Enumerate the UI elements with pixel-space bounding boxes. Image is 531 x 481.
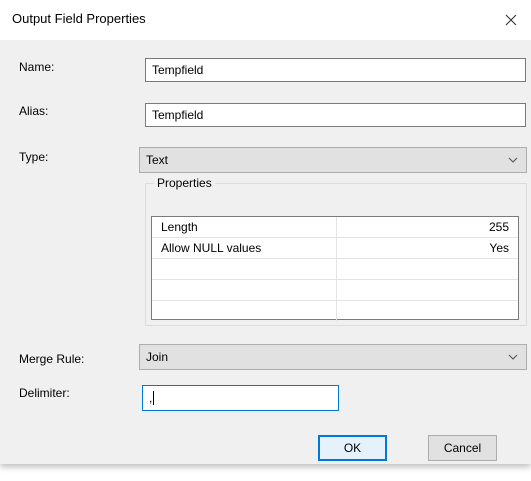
- close-icon: [505, 14, 517, 26]
- type-label: Type:: [19, 150, 49, 164]
- ok-button[interactable]: OK: [318, 435, 387, 461]
- property-name: [152, 300, 337, 321]
- table-row[interactable]: [152, 279, 518, 301]
- property-name: [152, 258, 337, 280]
- merge-rule-dropdown[interactable]: Join: [139, 344, 527, 370]
- cancel-button[interactable]: Cancel: [428, 435, 497, 461]
- property-value[interactable]: Yes: [336, 237, 518, 259]
- alias-label: Alias:: [19, 104, 49, 118]
- property-value[interactable]: [337, 301, 519, 322]
- table-row[interactable]: Allow NULL values Yes: [152, 237, 518, 259]
- delimiter-input[interactable]: ,: [142, 385, 339, 411]
- alias-value: Tempfield: [152, 108, 204, 122]
- table-row[interactable]: [152, 258, 518, 280]
- name-input[interactable]: Tempfield: [145, 58, 526, 82]
- delimiter-value: ,: [149, 391, 153, 405]
- text-caret: [153, 391, 155, 405]
- properties-group: Properties Length 255 Allow NULL values …: [145, 176, 527, 326]
- properties-grid[interactable]: Length 255 Allow NULL values Yes: [151, 216, 519, 322]
- table-row[interactable]: Length 255: [152, 217, 518, 238]
- property-name: Allow NULL values: [152, 237, 337, 259]
- property-name: Length: [152, 217, 337, 238]
- chevron-down-icon: [508, 157, 518, 163]
- property-value[interactable]: 255: [336, 217, 518, 238]
- table-row[interactable]: [152, 300, 519, 322]
- dialog-title: Output Field Properties: [12, 11, 146, 26]
- output-field-properties-dialog: Output Field Properties Name: Tempfield …: [0, 0, 531, 464]
- chevron-down-icon: [508, 354, 518, 360]
- merge-rule-value: Join: [146, 350, 169, 364]
- alias-input[interactable]: Tempfield: [145, 103, 526, 127]
- merge-rule-label: Merge Rule:: [19, 352, 85, 366]
- delimiter-label: Delimiter:: [19, 386, 70, 400]
- name-label: Name:: [19, 60, 55, 74]
- title-bar: Output Field Properties: [0, 0, 531, 40]
- property-value[interactable]: [336, 258, 518, 280]
- property-value[interactable]: [336, 279, 518, 301]
- properties-group-title: Properties: [154, 176, 215, 190]
- close-button[interactable]: [497, 6, 525, 34]
- type-value: Text: [146, 153, 169, 167]
- name-value: Tempfield: [152, 63, 204, 77]
- type-dropdown[interactable]: Text: [139, 147, 527, 173]
- property-name: [152, 279, 337, 301]
